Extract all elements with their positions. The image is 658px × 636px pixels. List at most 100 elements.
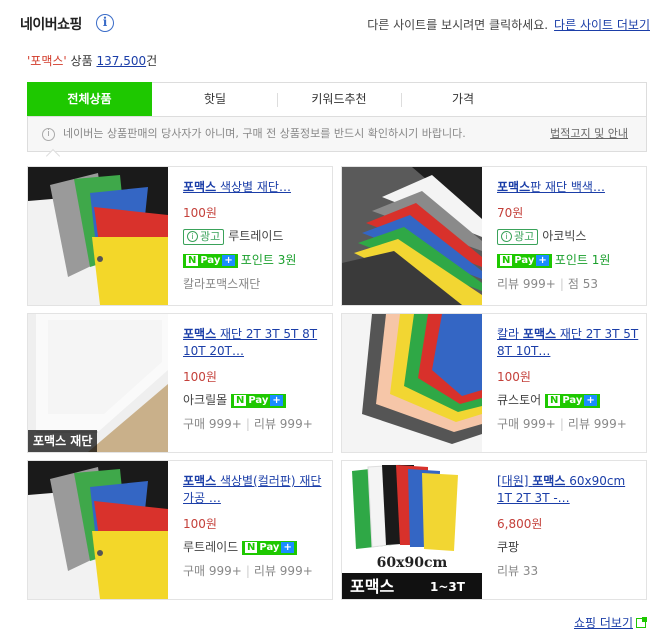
product-title[interactable]: 칼라 포맥스 재단 2T 3T 5T 8T 10T… [497, 326, 642, 360]
notice-bar: i 네이버는 상품판매의 당사자가 아니며, 구매 전 상품정보를 반드시 확인하… [27, 116, 647, 152]
search-keyword: '포맥스' [27, 54, 67, 68]
product-image[interactable] [342, 167, 482, 305]
ad-label: 광고 [200, 230, 221, 243]
ad-info-icon: i [187, 231, 198, 242]
seller-name[interactable]: 루트레이드 [183, 540, 238, 554]
seller-line: 루트레이드 N Pay + [183, 538, 328, 555]
seller-name[interactable]: 쿠팡 [497, 540, 519, 554]
product-price: 100원 [497, 370, 531, 384]
tab-bar: 전체상품 핫딜 키워드추천 가격 [27, 82, 647, 117]
title-keyword: 포맥스 [183, 180, 217, 194]
product-card[interactable]: 칼라 포맥스 재단 2T 3T 5T 8T 10T… 100원 큐스토어 N Pa… [341, 313, 647, 453]
image-size-text: 60x90cm [377, 555, 448, 571]
title-keyword: 포맥스 [532, 474, 566, 488]
stats-line: 구매 999+ | 리뷰 999+ [183, 417, 313, 431]
title-text: 색상별 재단… [216, 180, 291, 194]
seller-name[interactable]: 아코빅스 [542, 229, 586, 243]
product-price: 100원 [183, 370, 217, 384]
product-card[interactable]: 포맥스 색상별(컬러판) 재단 가공 … 100원 루트레이드 N Pay + 구매… [27, 460, 333, 600]
product-card[interactable]: 포맥스 재단 포맥스 재단 2T 3T 5T 8T 10T 20T… 100원 … [27, 313, 333, 453]
product-price: 100원 [183, 206, 217, 220]
review-count[interactable]: 리뷰 999+ [254, 564, 313, 578]
point-text: 포인트 3원 [240, 253, 297, 267]
external-link-icon [636, 617, 647, 628]
product-title[interactable]: 포맥스 색상별(컬러판) 재단 가공 … [183, 473, 328, 507]
other-site-text: 다른 사이트를 보시려면 클릭하세요. [367, 18, 549, 32]
product-image[interactable]: 60x90cm 포맥스 1~3T [342, 461, 482, 599]
product-image[interactable]: 포맥스 재단 [28, 314, 168, 452]
info-icon[interactable]: i [96, 14, 114, 32]
seller-line: 쿠팡 [497, 538, 642, 555]
seller-name[interactable]: 루트레이드 [228, 229, 283, 243]
pay-line: N Pay + 포인트 1원 [497, 251, 642, 268]
seller-name[interactable]: 큐스토어 [497, 393, 541, 407]
image-range-text: 1~3T [430, 580, 466, 594]
title-prefix: [대원] [497, 474, 533, 488]
product-image[interactable] [28, 461, 168, 599]
seller-line: i 광고 아코빅스 [497, 227, 642, 245]
product-info: [대원] 포맥스 60x90cm 1T 2T 3T -… 6,800원 쿠팡 리… [497, 473, 642, 579]
tab-price[interactable]: 가격 [401, 83, 525, 116]
product-card[interactable]: 포맥스 색상별 재단… 100원 i 광고 루트레이드 N Pay + 포인트 3원 칼라… [27, 166, 333, 306]
seller-line: 아크릴몰 N Pay + [183, 391, 328, 408]
product-card[interactable]: 60x90cm 포맥스 1~3T [대원] 포맥스 60x90cm 1T 2T … [341, 460, 647, 600]
product-info: 포맥스판 재단 백색… 70원 i 광고 아코빅스 N Pay + 포인트 1원 리뷰 9… [497, 179, 642, 292]
seller-line: 큐스토어 N Pay + [497, 391, 642, 408]
review-count[interactable]: 리뷰 999+ [568, 417, 627, 431]
ad-badge[interactable]: i 광고 [183, 229, 225, 245]
notice-text: 네이버는 상품판매의 당사자가 아니며, 구매 전 상품정보를 반드시 확인하시… [63, 127, 466, 140]
pay-line: N Pay + 포인트 3원 [183, 251, 328, 268]
product-info: 칼라 포맥스 재단 2T 3T 5T 8T 10T… 100원 큐스토어 N Pa… [497, 326, 642, 432]
notice-info-icon: i [42, 127, 55, 141]
title-prefix: 칼라 [497, 327, 523, 341]
shopping-more-link[interactable]: 쇼핑 더보기 [574, 614, 647, 631]
product-card[interactable]: 포맥스판 재단 백색… 70원 i 광고 아코빅스 N Pay + 포인트 1원 리뷰 9… [341, 166, 647, 306]
legal-notice-link[interactable]: 법적고지 및 안내 [550, 117, 628, 151]
product-price: 6,800원 [497, 517, 543, 531]
other-site-area: 다른 사이트를 보시려면 클릭하세요. 다른 사이트 더보기 [367, 16, 650, 33]
npay-plus-icon: N Pay + [183, 254, 238, 268]
seller-name[interactable]: 아크릴몰 [183, 393, 227, 407]
title-keyword: 포맥스 [183, 474, 217, 488]
image-label: 포맥스 재단 [28, 430, 98, 452]
point-text: 포인트 1원 [554, 253, 611, 267]
product-title[interactable]: 포맥스 재단 2T 3T 5T 8T 10T 20T… [183, 326, 328, 360]
stats-line: 구매 999+ | 리뷰 999+ [183, 564, 313, 578]
title-text: 판 재단 백색… [530, 180, 605, 194]
product-image[interactable] [342, 314, 482, 452]
count-number[interactable]: 137,500 [96, 54, 146, 68]
ad-label: 광고 [514, 230, 535, 243]
count-unit: 건 [146, 54, 158, 68]
product-price: 100원 [183, 517, 217, 531]
npay-plus-icon: N Pay + [242, 541, 297, 555]
review-count[interactable]: 리뷰 999+ [497, 277, 556, 291]
title-keyword: 포맥스 [497, 180, 531, 194]
tab-hotdeal[interactable]: 핫딜 [153, 83, 277, 116]
count-label: 상품 [70, 54, 93, 68]
product-title[interactable]: [대원] 포맥스 60x90cm 1T 2T 3T -… [497, 473, 642, 507]
image-brand-text: 포맥스 [350, 577, 394, 596]
product-image[interactable] [28, 167, 168, 305]
stats-line: 리뷰 999+ | 점 53 [497, 277, 599, 291]
ad-info-icon: i [501, 231, 512, 242]
seller-line: i 광고 루트레이드 [183, 227, 328, 245]
review-count[interactable]: 리뷰 33 [497, 564, 538, 578]
product-title[interactable]: 포맥스 색상별 재단… [183, 179, 328, 196]
purchase-count: 구매 999+ [183, 417, 242, 431]
purchase-count: 구매 999+ [183, 564, 242, 578]
tab-all-products[interactable]: 전체상품 [27, 82, 152, 117]
npay-plus-icon: N Pay + [545, 394, 600, 408]
product-title[interactable]: 포맥스판 재단 백색… [497, 179, 642, 196]
purchase-count: 구매 999+ [497, 417, 556, 431]
rating: 점 53 [567, 277, 599, 291]
review-count[interactable]: 리뷰 999+ [254, 417, 313, 431]
npay-plus-icon: N Pay + [231, 394, 286, 408]
product-price: 70원 [497, 206, 524, 220]
brand-title[interactable]: 네이버쇼핑 [20, 14, 82, 34]
ad-badge[interactable]: i 광고 [497, 229, 539, 245]
result-count: '포맥스' 상품 137,500건 [27, 52, 157, 69]
other-site-link[interactable]: 다른 사이트 더보기 [554, 18, 650, 32]
tab-keyword-recommend[interactable]: 키워드추천 [277, 83, 401, 116]
stats-line: 구매 999+ | 리뷰 999+ [497, 417, 627, 431]
npay-plus-icon: N Pay + [497, 254, 552, 268]
